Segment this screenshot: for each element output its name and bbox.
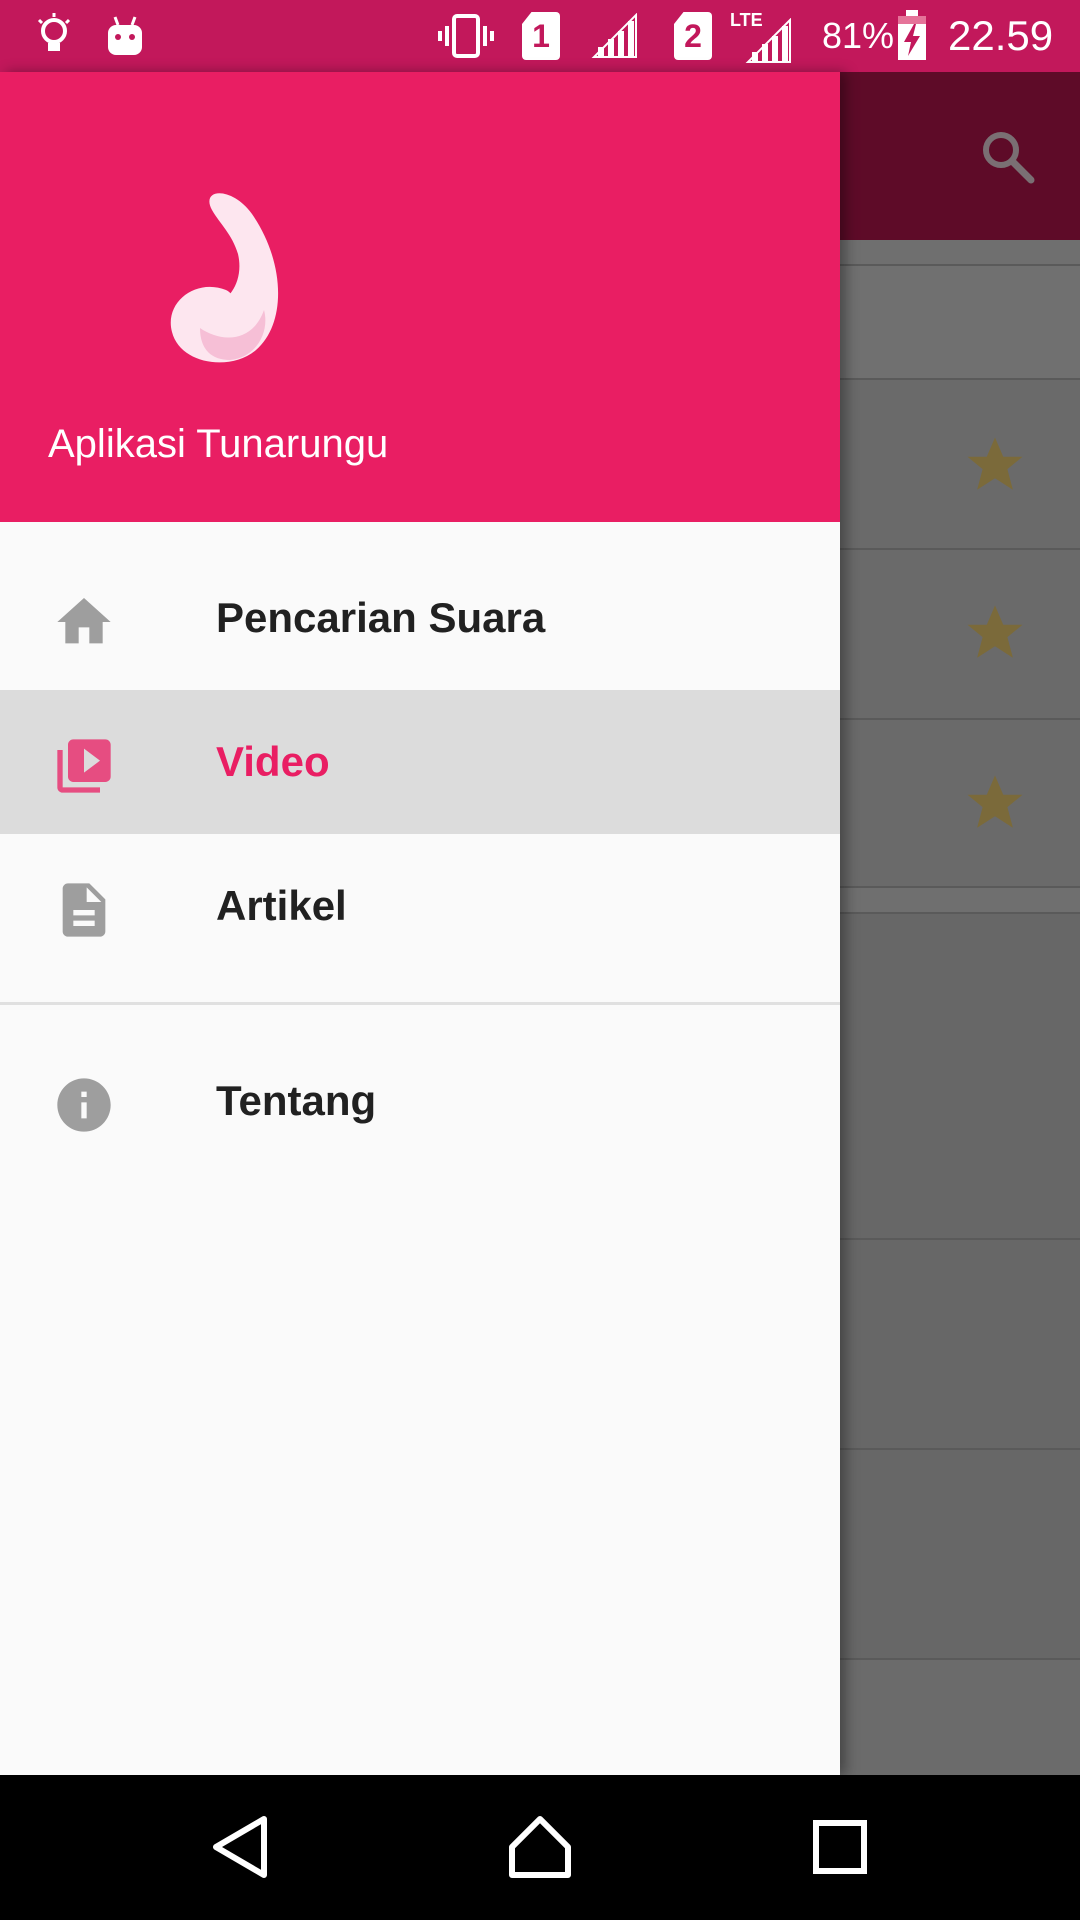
- menu-item-label: Tentang: [216, 1077, 377, 1124]
- menu-item-video[interactable]: Video: [0, 690, 840, 834]
- star-icon[interactable]: [962, 600, 1028, 666]
- star-icon[interactable]: [962, 770, 1028, 836]
- system-nav-bar: [0, 1775, 1080, 1920]
- vibrate-icon: [437, 0, 495, 72]
- back-icon[interactable]: [204, 1811, 276, 1883]
- app-logo-icon: [170, 193, 279, 363]
- recents-icon[interactable]: [804, 1811, 876, 1883]
- drawer-header: Aplikasi Tunarungu: [0, 72, 840, 522]
- home-nav-icon[interactable]: [504, 1811, 576, 1883]
- menu-item-artikel[interactable]: Artikel: [0, 834, 840, 978]
- home-icon: [57, 598, 111, 644]
- lte-signal-icon: LTE: [730, 0, 792, 72]
- search-icon[interactable]: [975, 124, 1039, 188]
- menu-item-label: Artikel: [216, 882, 347, 929]
- navigation-drawer: Aplikasi Tunarungu Pencarian Suara Video…: [0, 72, 840, 1775]
- battery-charging-icon: [896, 0, 928, 72]
- menu-item-pencarian-suara[interactable]: Pencarian Suara: [0, 546, 840, 690]
- sim2-icon: 2: [674, 0, 712, 72]
- sim1-icon: 1: [522, 0, 560, 72]
- bulb-icon: [36, 0, 72, 72]
- app-title: Aplikasi Tunarungu: [48, 422, 389, 466]
- video-library-icon: [57, 739, 111, 793]
- status-bar: 1 2 LTE 81% 22.59: [0, 0, 1080, 72]
- signal-icon: [590, 0, 638, 72]
- battery-percent: 81%: [822, 15, 895, 56]
- star-icon[interactable]: [962, 432, 1028, 498]
- android-debug-icon: [106, 0, 144, 72]
- menu-divider: [0, 1002, 840, 1005]
- document-icon: [62, 883, 106, 937]
- info-icon: [57, 1078, 111, 1132]
- menu-item-label: Video: [216, 738, 330, 785]
- menu-item-label: Pencarian Suara: [216, 594, 546, 641]
- menu-item-tentang[interactable]: Tentang: [0, 1029, 840, 1173]
- sim1-label: 1: [532, 17, 550, 54]
- sim2-label: 2: [684, 17, 702, 54]
- clock: 22.59: [948, 12, 1054, 59]
